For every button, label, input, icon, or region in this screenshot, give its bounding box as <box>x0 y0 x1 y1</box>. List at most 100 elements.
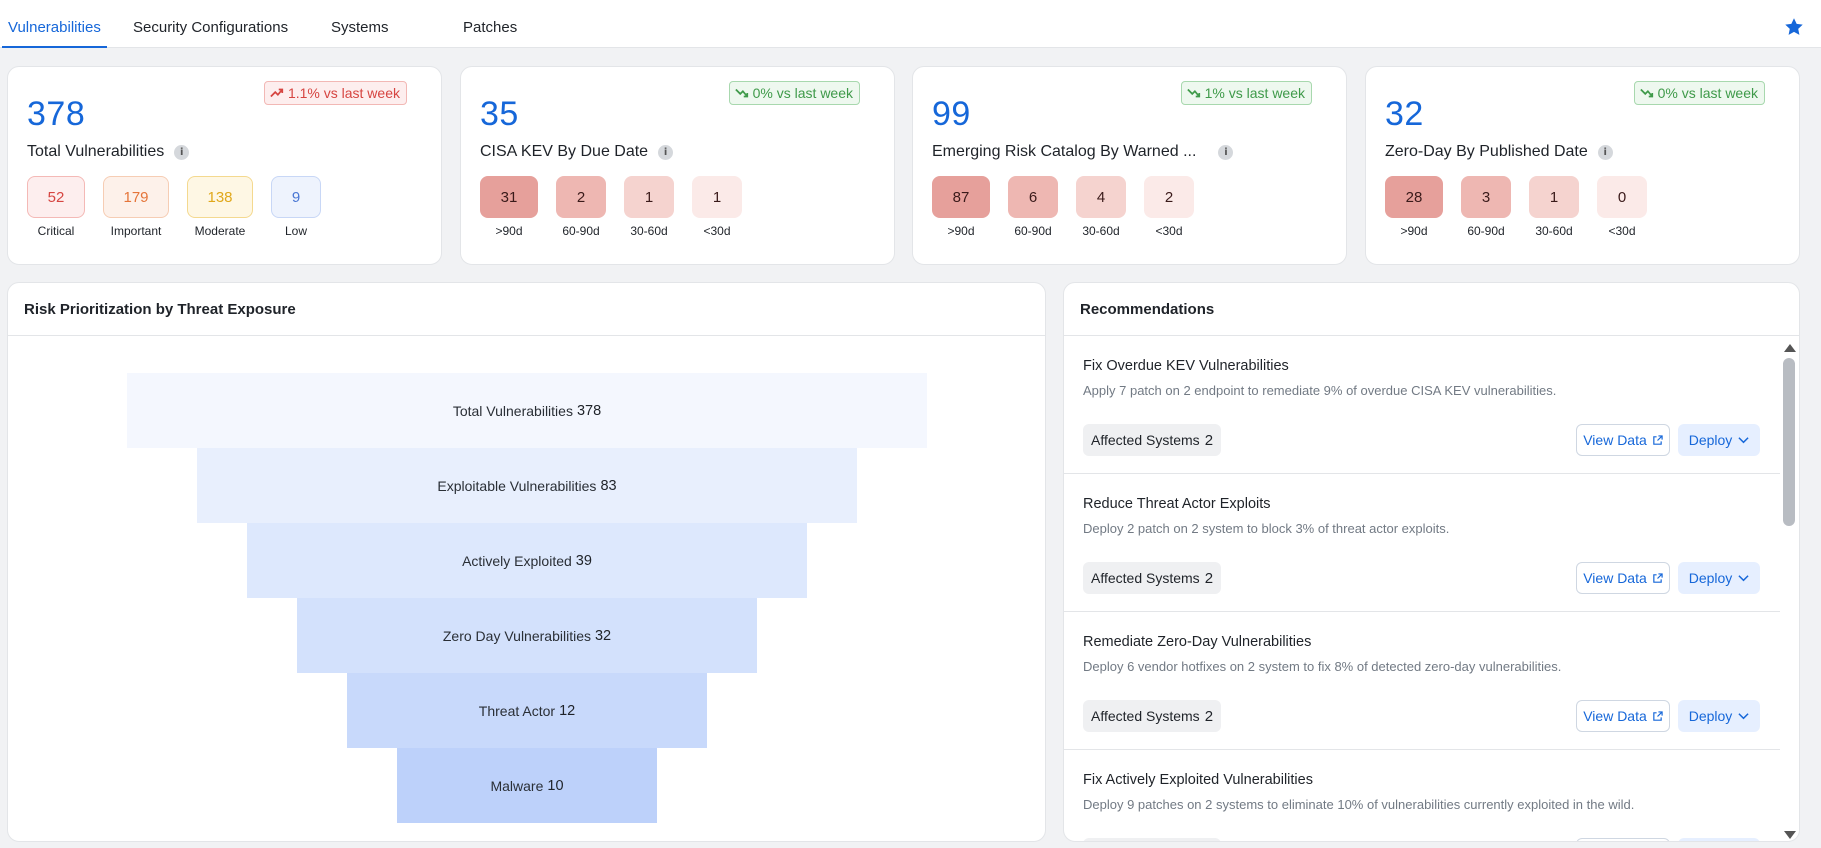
chevron-down-icon <box>1738 575 1749 582</box>
kpi-card-zero-day: 0% vs last week 32 Zero-Day By Published… <box>1365 66 1800 265</box>
deploy-button[interactable]: Deploy <box>1678 700 1760 732</box>
kpi-label: Emerging Risk Catalog By Warned ... <box>932 143 1197 160</box>
affected-systems-badge: Affected Systems2 <box>1083 424 1222 456</box>
scroll-up-arrow-icon[interactable] <box>1784 344 1796 352</box>
kpi-card-total-vulnerabilities: 1.1% vs last week 378 Total Vulnerabilit… <box>7 66 442 265</box>
recommendation-description: Apply 7 patch on 2 endpoint to remediate… <box>1083 383 1557 398</box>
tab-vulnerabilities[interactable]: Vulnerabilities <box>2 0 107 48</box>
chip-caption: >90d <box>947 224 975 238</box>
chevron-down-icon <box>1738 713 1749 720</box>
deploy-button[interactable]: Deploy <box>1678 838 1760 841</box>
chip-caption: 60-90d <box>562 224 600 238</box>
affected-systems-badge: Affected Systems2 <box>1083 838 1222 841</box>
info-icon[interactable]: i <box>658 144 674 160</box>
chip-low[interactable]: 9 <box>271 176 321 218</box>
chip-caption: Important <box>110 224 162 238</box>
kpi-value[interactable]: 378 <box>27 95 85 134</box>
affected-systems-badge: Affected Systems2 <box>1083 562 1222 594</box>
funnel-step-malware[interactable]: Malware 10 <box>397 748 657 823</box>
view-data-button[interactable]: View Data <box>1576 700 1670 732</box>
view-data-button[interactable]: View Data <box>1576 838 1670 841</box>
star-icon[interactable] <box>1783 16 1805 38</box>
recommendation-item: Reduce Threat Actor Exploits Deploy 2 pa… <box>1064 474 1780 612</box>
view-data-button[interactable]: View Data <box>1576 562 1670 594</box>
trend-badge: 1% vs last week <box>1180 81 1312 105</box>
scrollbar[interactable] <box>1779 336 1799 841</box>
recommendations-list[interactable]: Fix Overdue KEV Vulnerabilities Apply 7 … <box>1064 336 1780 841</box>
view-data-button[interactable]: View Data <box>1576 424 1670 456</box>
trend-badge: 0% vs last week <box>728 81 860 105</box>
chip-30-60d[interactable]: 4 <box>1076 176 1126 218</box>
recommendation-description: Deploy 6 vendor hotfixes on 2 system to … <box>1083 659 1562 674</box>
funnel-step-actively-exploited[interactable]: Actively Exploited 39 <box>247 523 807 598</box>
chip-caption: Moderate <box>194 224 246 238</box>
recommendation-item: Fix Actively Exploited Vulnerabilities D… <box>1064 750 1780 841</box>
recommendation-description: Deploy 2 patch on 2 system to block 3% o… <box>1083 521 1450 536</box>
trend-down-icon <box>1186 88 1200 98</box>
funnel-step-total-vulnerabilities[interactable]: Total Vulnerabilities 378 <box>127 373 927 448</box>
chip-caption: 30-60d <box>1082 224 1120 238</box>
external-link-icon <box>1653 572 1663 583</box>
chip-over-90d[interactable]: 31 <box>480 176 538 218</box>
deploy-button[interactable]: Deploy <box>1678 562 1760 594</box>
recommendation-title: Fix Overdue KEV Vulnerabilities <box>1083 358 1289 374</box>
info-icon[interactable]: i <box>174 144 190 160</box>
deploy-button[interactable]: Deploy <box>1678 424 1760 456</box>
recommendation-title: Fix Actively Exploited Vulnerabilities <box>1083 772 1313 788</box>
recommendation-description: Deploy 9 patches on 2 systems to elimina… <box>1083 797 1635 812</box>
kpi-card-emerging-risk: 1% vs last week 99 Emerging Risk Catalog… <box>912 66 1347 265</box>
trend-down-icon <box>1639 88 1653 98</box>
chip-over-90d[interactable]: 28 <box>1385 176 1443 218</box>
affected-systems-badge: Affected Systems2 <box>1083 700 1222 732</box>
kpi-value[interactable]: 99 <box>932 95 971 134</box>
recommendation-title: Reduce Threat Actor Exploits <box>1083 496 1271 512</box>
chip-30-60d[interactable]: 1 <box>1529 176 1579 218</box>
kpi-value[interactable]: 35 <box>480 95 519 134</box>
chip-30-60d[interactable]: 1 <box>624 176 674 218</box>
chip-caption: <30d <box>1608 224 1636 238</box>
panel-divider <box>8 335 1045 336</box>
chip-under-30d[interactable]: 1 <box>692 176 742 218</box>
chip-important[interactable]: 179 <box>103 176 169 218</box>
top-nav: Vulnerabilities Security Configurations … <box>0 0 1821 48</box>
tab-systems[interactable]: Systems <box>331 0 389 48</box>
chip-60-90d[interactable]: 6 <box>1008 176 1058 218</box>
trend-down-icon <box>734 88 748 98</box>
recommendation-item: Remediate Zero-Day Vulnerabilities Deplo… <box>1064 612 1780 750</box>
chip-caption: >90d <box>1400 224 1428 238</box>
funnel-step-zero-day-vulnerabilities[interactable]: Zero Day Vulnerabilities 32 <box>297 598 757 673</box>
chevron-down-icon <box>1738 437 1749 444</box>
chip-moderate[interactable]: 138 <box>187 176 253 218</box>
tab-security-configurations[interactable]: Security Configurations <box>133 0 288 48</box>
trend-up-icon <box>270 88 284 98</box>
scroll-down-arrow-icon[interactable] <box>1784 831 1796 839</box>
chip-under-30d[interactable]: 0 <box>1597 176 1647 218</box>
kpi-label: Zero-Day By Published Date <box>1385 143 1588 160</box>
age-chips: 31 >90d 2 60-90d 1 30-60d 1 <30d <box>480 176 742 238</box>
recommendations-panel: Recommendations Fix Overdue KEV Vulnerab… <box>1063 282 1800 842</box>
chip-caption: 30-60d <box>1535 224 1573 238</box>
info-icon[interactable]: i <box>1597 144 1613 160</box>
scroll-thumb[interactable] <box>1783 358 1795 526</box>
chip-caption: <30d <box>1155 224 1183 238</box>
recommendation-title: Remediate Zero-Day Vulnerabilities <box>1083 634 1312 650</box>
recommendation-item: Fix Overdue KEV Vulnerabilities Apply 7 … <box>1064 336 1780 474</box>
trend-badge: 1.1% vs last week <box>263 81 407 105</box>
chip-caption: 60-90d <box>1014 224 1052 238</box>
trend-badge: 0% vs last week <box>1633 81 1765 105</box>
age-chips: 28 >90d 3 60-90d 1 30-60d 0 <30d <box>1385 176 1647 238</box>
panel-title: Risk Prioritization by Threat Exposure <box>24 301 296 318</box>
chip-over-90d[interactable]: 87 <box>932 176 990 218</box>
chip-60-90d[interactable]: 3 <box>1461 176 1511 218</box>
kpi-value[interactable]: 32 <box>1385 95 1424 134</box>
kpi-card-cisa-kev: 0% vs last week 35 CISA KEV By Due Date i… <box>460 66 895 265</box>
funnel-step-exploitable-vulnerabilities[interactable]: Exploitable Vulnerabilities 83 <box>197 448 857 523</box>
funnel-step-threat-actor[interactable]: Threat Actor 12 <box>347 673 707 748</box>
tab-patches[interactable]: Patches <box>463 0 517 48</box>
chip-60-90d[interactable]: 2 <box>556 176 606 218</box>
chip-caption: >90d <box>495 224 523 238</box>
risk-prioritization-panel: Risk Prioritization by Threat Exposure T… <box>7 282 1046 842</box>
info-icon[interactable]: i <box>1218 144 1234 160</box>
chip-under-30d[interactable]: 2 <box>1144 176 1194 218</box>
chip-critical[interactable]: 52 <box>27 176 85 218</box>
